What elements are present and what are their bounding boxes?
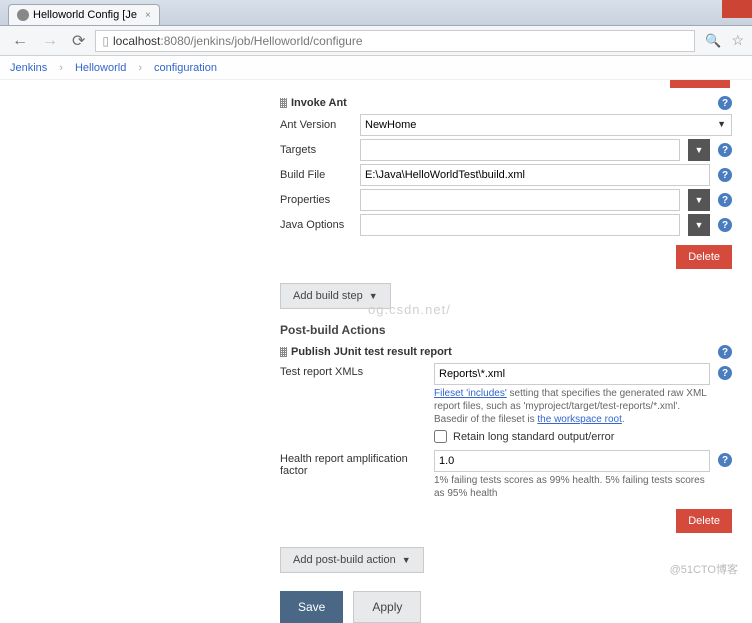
bookmark-star-icon[interactable]: ☆ bbox=[731, 32, 744, 49]
help-icon[interactable]: ? bbox=[718, 453, 732, 467]
tab-close-icon[interactable]: × bbox=[145, 10, 151, 21]
workspace-root-link[interactable]: the workspace root bbox=[537, 414, 622, 425]
page-icon: ▯ bbox=[102, 34, 109, 48]
targets-input[interactable] bbox=[360, 139, 680, 161]
expand-icon[interactable]: ▼ bbox=[688, 139, 710, 161]
add-post-build-button[interactable]: Add post-build action ▼ bbox=[280, 547, 424, 573]
tab-title: Helloworld Config [Je bbox=[33, 9, 137, 21]
chevron-down-icon: ▼ bbox=[402, 555, 411, 565]
browser-toolbar: ← → ⟳ ▯ localhost:8080/jenkins/job/Hello… bbox=[0, 26, 752, 56]
attribution: @51CTO博客 bbox=[670, 561, 738, 577]
help-icon[interactable]: ? bbox=[718, 143, 732, 157]
breadcrumb-page[interactable]: configuration bbox=[154, 62, 217, 74]
health-amp-label: Health report amplification factor bbox=[280, 450, 426, 477]
browser-tab[interactable]: Helloworld Config [Je × bbox=[8, 4, 160, 25]
help-icon[interactable]: ? bbox=[718, 218, 732, 232]
health-hint: 1% failing tests scores as 99% health. 5… bbox=[434, 474, 710, 500]
url-path: :8080/jenkins/job/Helloworld/configure bbox=[160, 34, 362, 48]
junit-title: Publish JUnit test result report bbox=[291, 346, 718, 358]
ant-version-select[interactable]: NewHome bbox=[360, 114, 732, 136]
breadcrumb-sep: › bbox=[138, 62, 142, 74]
retain-stdout-checkbox[interactable] bbox=[434, 430, 447, 443]
help-icon[interactable]: ? bbox=[718, 96, 732, 110]
invoke-ant-header: Invoke Ant ? bbox=[280, 96, 732, 110]
chevron-down-icon: ▼ bbox=[369, 291, 378, 301]
apply-button[interactable]: Apply bbox=[353, 591, 421, 623]
build-file-input[interactable] bbox=[360, 164, 710, 186]
invoke-ant-title: Invoke Ant bbox=[291, 97, 718, 109]
test-report-xmls-input[interactable] bbox=[434, 363, 710, 385]
targets-label: Targets bbox=[280, 144, 352, 156]
save-button[interactable]: Save bbox=[280, 591, 343, 623]
ant-version-label: Ant Version bbox=[280, 119, 352, 131]
properties-label: Properties bbox=[280, 194, 352, 206]
back-icon[interactable]: ← bbox=[8, 30, 32, 52]
url-host: localhost bbox=[113, 34, 160, 48]
health-amp-input[interactable] bbox=[434, 450, 710, 472]
java-options-input[interactable] bbox=[360, 214, 680, 236]
help-icon[interactable]: ? bbox=[718, 168, 732, 182]
retain-stdout-label: Retain long standard output/error bbox=[453, 431, 614, 443]
properties-input[interactable] bbox=[360, 189, 680, 211]
window-minimize[interactable] bbox=[662, 0, 692, 18]
forward-icon[interactable]: → bbox=[38, 30, 62, 52]
delete-junit-button[interactable]: Delete bbox=[676, 509, 732, 533]
java-options-label: Java Options bbox=[280, 219, 352, 231]
help-icon[interactable]: ? bbox=[718, 193, 732, 207]
post-build-heading: Post-build Actions bbox=[280, 323, 732, 337]
drag-grip-icon[interactable] bbox=[280, 347, 287, 357]
delete-ant-button[interactable]: Delete bbox=[676, 245, 732, 269]
expand-icon[interactable]: ▼ bbox=[688, 189, 710, 211]
window-maximize[interactable] bbox=[692, 0, 722, 18]
fileset-hint: Fileset 'includes' setting that specifie… bbox=[434, 387, 710, 426]
breadcrumb-job[interactable]: Helloworld bbox=[75, 62, 126, 74]
zoom-icon[interactable]: 🔍 bbox=[701, 31, 725, 51]
build-file-label: Build File bbox=[280, 169, 352, 181]
drag-grip-icon[interactable] bbox=[280, 98, 287, 108]
window-close[interactable] bbox=[722, 0, 752, 18]
add-build-step-label: Add build step bbox=[293, 290, 363, 302]
test-report-xmls-label: Test report XMLs bbox=[280, 363, 426, 378]
partial-button-edge bbox=[670, 80, 730, 88]
breadcrumb-sep: › bbox=[59, 62, 63, 74]
fileset-includes-link[interactable]: Fileset 'includes' bbox=[434, 388, 507, 399]
url-bar[interactable]: ▯ localhost:8080/jenkins/job/Helloworld/… bbox=[95, 30, 695, 52]
junit-header: Publish JUnit test result report ? bbox=[280, 345, 732, 359]
help-icon[interactable]: ? bbox=[718, 345, 732, 359]
breadcrumb: Jenkins › Helloworld › configuration bbox=[0, 56, 752, 80]
expand-icon[interactable]: ▼ bbox=[688, 214, 710, 236]
add-build-step-button[interactable]: Add build step ▼ bbox=[280, 283, 391, 309]
tab-favicon bbox=[17, 9, 29, 21]
breadcrumb-jenkins[interactable]: Jenkins bbox=[10, 62, 47, 74]
help-icon[interactable]: ? bbox=[718, 366, 732, 380]
reload-icon[interactable]: ⟳ bbox=[68, 29, 89, 53]
add-post-build-label: Add post-build action bbox=[293, 554, 396, 566]
